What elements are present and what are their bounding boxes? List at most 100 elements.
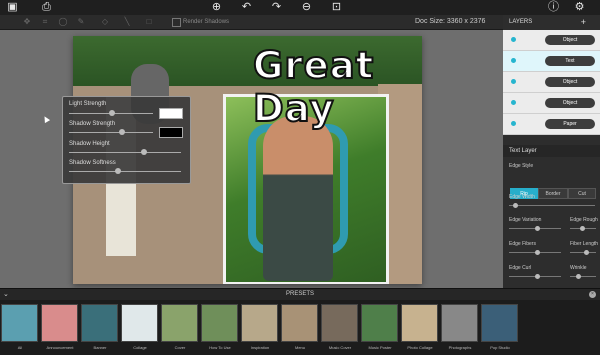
title-text-layer[interactable]: Great Day <box>252 43 422 131</box>
layer-type-label: Text <box>545 56 595 66</box>
edge-style-label: Edge Style <box>509 163 534 169</box>
visibility-dot-icon[interactable] <box>511 79 516 84</box>
preset-label: Photographs <box>448 345 472 350</box>
edge-variation-label: Edge Variation <box>509 217 542 223</box>
crop-tool-icon[interactable]: ⌗ <box>40 17 50 27</box>
preset-label: Menu <box>294 345 305 350</box>
preset-thumbnail[interactable] <box>81 304 118 342</box>
add-layer-button[interactable]: + <box>581 16 586 28</box>
eraser-tool-icon[interactable]: ◇ <box>100 17 110 27</box>
visibility-dot-icon[interactable] <box>511 100 516 105</box>
preset-thumbnail[interactable] <box>201 304 238 342</box>
preset-thumbnail[interactable] <box>161 304 198 342</box>
slider-knob[interactable] <box>535 226 540 231</box>
zoom-in-icon[interactable]: ⊕ <box>210 1 223 14</box>
edge-curl-label: Edge Curl <box>509 265 532 271</box>
preset-label: Banner <box>93 345 107 350</box>
preset-label: Music Poster <box>368 345 392 350</box>
shadow-strength-label: Shadow Strength <box>69 121 116 127</box>
preset-label: Photo Collage <box>407 345 433 350</box>
layer-type-label: Paper <box>545 119 595 129</box>
slider-knob[interactable] <box>576 274 581 279</box>
edge-width-slider[interactable] <box>509 203 595 208</box>
visibility-dot-icon[interactable] <box>511 37 516 42</box>
presets-bar: ⌄ PRESETS × <box>0 288 600 300</box>
slider-knob[interactable] <box>513 203 518 208</box>
preset-label: Announcement <box>46 345 74 350</box>
slider-knob[interactable] <box>580 226 585 231</box>
layer-row[interactable]: Object <box>503 30 600 51</box>
slider-knob[interactable] <box>109 110 115 116</box>
fiber-length-label: Fiber Length <box>570 241 599 247</box>
layer-type-label: Object <box>545 77 595 87</box>
light-strength-label: Light Strength <box>69 101 107 107</box>
shadow-softness-slider[interactable] <box>69 168 181 174</box>
preset-thumbnail[interactable] <box>1 304 38 342</box>
edge-fibers-slider[interactable] <box>509 250 561 255</box>
slider-knob[interactable] <box>119 129 125 135</box>
slider-knob[interactable] <box>141 149 147 155</box>
edge-variation-slider[interactable] <box>509 226 561 231</box>
slider-knob[interactable] <box>584 250 589 255</box>
light-strength-slider[interactable] <box>69 110 153 116</box>
preset-thumbnail[interactable] <box>481 304 518 342</box>
shadow-color-swatch[interactable] <box>159 127 183 138</box>
preset-thumbnail[interactable] <box>281 304 318 342</box>
edge-roughness-slider[interactable] <box>570 226 596 231</box>
fiber-length-slider[interactable] <box>570 250 596 255</box>
line-tool-icon[interactable]: ╲ <box>122 17 132 27</box>
visibility-dot-icon[interactable] <box>511 58 516 63</box>
brush-tool-icon[interactable]: ✎ <box>76 17 86 27</box>
layers-header: LAYERS + <box>503 16 600 28</box>
tool-options-bar: ✥ ⌗ ◯ ✎ ◇ ╲ □ Render Shadows Doc Size: 3… <box>0 15 503 30</box>
top-toolbar: ▣ ⎙ ⊕ ↶ ↷ ⊖ ⊡ ⓘ ⚙ <box>0 0 600 15</box>
slider-knob[interactable] <box>535 274 540 279</box>
layer-row[interactable]: Object <box>503 72 600 93</box>
wrinkle-slider[interactable] <box>570 274 596 279</box>
preset-thumbnail[interactable] <box>241 304 278 342</box>
fit-icon[interactable]: ⊡ <box>330 1 343 14</box>
slider-knob[interactable] <box>535 250 540 255</box>
wrinkle-label: Wrinkle <box>570 265 587 271</box>
layer-row[interactable]: Text <box>503 51 600 72</box>
image-icon[interactable]: ▣ <box>6 1 19 14</box>
right-panel: LAYERS + Object Text Object Object Paper Tex… <box>503 15 600 288</box>
preset-label: Cover <box>174 345 186 350</box>
edge-style-cut-button[interactable]: Cut <box>568 188 596 199</box>
print-icon[interactable]: ⎙ <box>40 1 53 14</box>
close-icon[interactable]: × <box>589 291 596 298</box>
layer-row[interactable]: Object <box>503 93 600 114</box>
undo-icon[interactable]: ↶ <box>240 1 253 14</box>
preset-label: Inspiration <box>250 345 270 350</box>
preset-thumbnail[interactable] <box>41 304 78 342</box>
layer-type-label: Object <box>545 98 595 108</box>
zoom-out-icon[interactable]: ⊖ <box>300 1 313 14</box>
redo-icon[interactable]: ↷ <box>270 1 283 14</box>
layers-title: LAYERS <box>509 19 533 25</box>
layer-type-label: Object <box>545 35 595 45</box>
light-color-swatch[interactable] <box>159 108 183 119</box>
move-tool-icon[interactable]: ✥ <box>22 17 32 27</box>
layer-row[interactable]: Paper <box>503 114 600 135</box>
preset-thumbnail[interactable] <box>401 304 438 342</box>
shadow-softness-label: Shadow Softness <box>69 160 116 166</box>
lasso-tool-icon[interactable]: ◯ <box>58 17 68 27</box>
info-icon[interactable]: ⓘ <box>547 1 560 14</box>
edge-roughness-label: Edge Rough <box>570 217 598 223</box>
shape-tool-icon[interactable]: □ <box>144 17 154 27</box>
hiker-image <box>263 116 333 281</box>
shadow-strength-slider[interactable] <box>69 129 153 135</box>
edge-curl-slider[interactable] <box>509 274 561 279</box>
shadow-settings-popup: Light Strength Shadow Strength Shadow He… <box>62 96 191 184</box>
visibility-dot-icon[interactable] <box>511 121 516 126</box>
shadow-height-slider[interactable] <box>69 149 181 155</box>
preset-thumbnail[interactable] <box>361 304 398 342</box>
slider-knob[interactable] <box>115 168 121 174</box>
preset-thumbnail[interactable] <box>121 304 158 342</box>
settings-icon[interactable]: ⚙ <box>573 1 586 14</box>
preset-label: Pop Studio <box>490 345 510 350</box>
preset-thumbnail[interactable] <box>321 304 358 342</box>
edge-style-border-button[interactable]: Border <box>538 188 568 199</box>
preset-thumbnail[interactable] <box>441 304 478 342</box>
render-shadows-checkbox[interactable] <box>172 18 181 27</box>
